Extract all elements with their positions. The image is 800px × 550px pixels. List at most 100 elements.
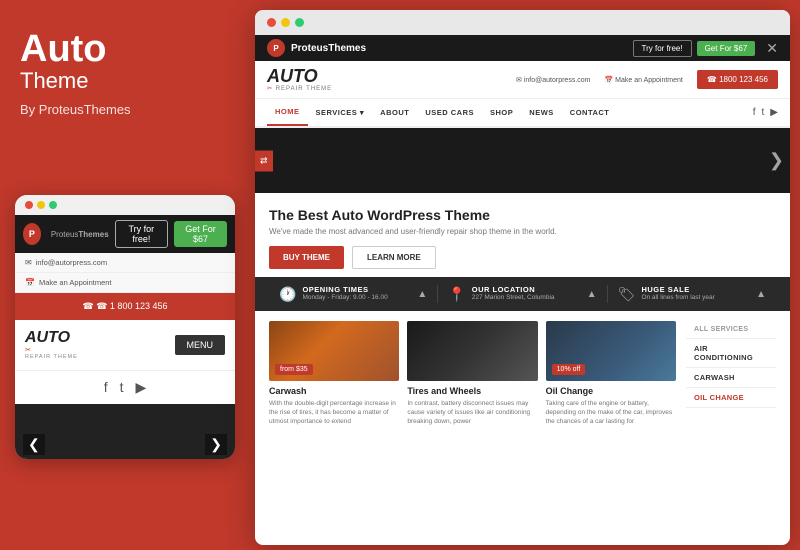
mobile-try-button[interactable]: Try for free! — [115, 220, 168, 248]
mobile-appointment-row: 📅 Make an Appointment — [15, 273, 235, 293]
browser-content: P ProteusThemes Try for free! Get For $6… — [255, 35, 790, 542]
nav-item-home[interactable]: HOME — [267, 99, 308, 126]
info-opening-times: 🕐 OPENING TIMES Monday - Friday: 9.00 - … — [269, 285, 438, 303]
mobile-dot-red — [25, 201, 33, 209]
mobile-menu-button[interactable]: MENU — [175, 335, 226, 355]
opening-arrow: ▲ — [417, 289, 427, 300]
opening-title: OPENING TIMES — [302, 285, 387, 294]
mobile-brand: ProteusThemes — [51, 230, 109, 239]
mobile-prev-arrow[interactable]: ❮ — [23, 434, 45, 455]
service-card-oilchange: 10% off Oil Change Taking care of the en… — [546, 321, 676, 426]
hero-next-arrow[interactable]: ❯ — [769, 150, 784, 171]
mobile-mockup: P ProteusThemes Try for free! Get For $6… — [15, 195, 235, 459]
site-logo-wrench: ✂ REPAIR THEME — [267, 85, 332, 92]
nav-facebook-icon[interactable]: f — [753, 107, 756, 118]
info-location: 📍 OUR LOCATION 227 Marion Street, Columb… — [438, 285, 607, 303]
site-logo-repair: REPAIR THEME — [276, 86, 332, 92]
location-icon: 📍 — [448, 286, 465, 303]
mobile-email-row: ✉ info@autorpress.com — [15, 253, 235, 273]
nav-item-contact[interactable]: CONTACT — [562, 100, 618, 125]
close-icon[interactable]: ✕ — [766, 40, 778, 57]
info-location-text: OUR LOCATION 227 Marion Street, Columbia — [472, 285, 555, 301]
info-sale-text: HUGE SALE On all lines from last year — [641, 285, 714, 301]
tires-title: Tires and Wheels — [407, 386, 537, 396]
mobile-social: f t ▶ — [15, 371, 235, 404]
location-title: OUR LOCATION — [472, 285, 555, 294]
carwash-title: Carwash — [269, 386, 399, 396]
main-title: The Best Auto WordPress Theme — [269, 207, 776, 223]
browser-dot-red — [267, 18, 276, 27]
byline: By ProteusThemes — [20, 102, 230, 117]
nav-item-usedcars[interactable]: USED CARS — [417, 100, 482, 125]
location-sub: 227 Marion Street, Columbia — [472, 294, 555, 301]
hero-share-icon[interactable]: ⇄ — [255, 150, 273, 171]
mobile-dot-yellow — [37, 201, 45, 209]
nav-youtube-icon[interactable]: ▶ — [770, 107, 778, 118]
mobile-hero: ❮ ❯ — [15, 404, 235, 459]
site-get-button[interactable]: Get For $67 — [697, 41, 756, 56]
nav-item-shop[interactable]: SHOP — [482, 100, 521, 125]
info-opening-text: OPENING TIMES Monday - Friday: 9.00 - 16… — [302, 285, 387, 301]
oilchange-badge: 10% off — [552, 364, 586, 375]
mobile-next-arrow[interactable]: ❯ — [205, 434, 227, 455]
nav-item-services[interactable]: SERVICES ▾ — [308, 100, 373, 125]
nav-item-about[interactable]: ABOUT — [372, 100, 417, 125]
email-icon: ✉ — [25, 258, 32, 267]
site-try-button[interactable]: Try for free! — [633, 40, 692, 57]
header-appointment: 📅 Make an Appointment — [605, 76, 683, 84]
oilchange-image: 10% off — [546, 321, 676, 381]
repair-text: REPAIR THEME — [25, 354, 78, 360]
mobile-appointment: Make an Appointment — [39, 278, 112, 287]
mobile-logo: P — [23, 223, 41, 245]
sidebar-carwash[interactable]: CARWASH — [686, 368, 776, 388]
site-hero: ❮ ⇄ ❯ — [255, 128, 790, 193]
location-arrow: ▲ — [587, 289, 597, 300]
main-subtitle: We've made the most advanced and user-fr… — [269, 227, 776, 236]
auto-logo-small: AUTO ✂ REPAIR THEME — [25, 330, 78, 360]
header-phone: ☎ 1800 123 456 — [697, 70, 778, 89]
tag-icon: 🏷 — [618, 286, 636, 303]
left-panel: Auto Theme By ProteusThemes P ProteusThe… — [0, 0, 250, 550]
nav-twitter-icon[interactable]: t — [762, 107, 765, 118]
buy-theme-button[interactable]: BUY THEME — [269, 246, 344, 269]
mobile-email: info@autorpress.com — [36, 258, 107, 267]
mobile-get-button[interactable]: Get For $67 — [174, 221, 227, 247]
info-sale: 🏷 HUGE SALE On all lines from last year … — [608, 285, 776, 303]
service-card-carwash: from $35 Carwash With the double-digit p… — [269, 321, 399, 426]
tires-text: In contrast, battery disconnect issues m… — [407, 399, 537, 426]
nav-item-news[interactable]: NEWS — [521, 100, 562, 125]
sidebar-oil-change[interactable]: OIL CHANGE — [686, 388, 776, 408]
site-main: The Best Auto WordPress Theme We've made… — [255, 193, 790, 277]
youtube-icon[interactable]: ▶ — [136, 379, 147, 396]
tires-image — [407, 321, 537, 381]
auto-logo-text: AUTO — [25, 330, 70, 346]
services-sidebar: ALL SERVICES AIR CONDITIONING CARWASH OI… — [686, 321, 776, 426]
browser-chrome — [255, 10, 790, 35]
header-email: ✉ info@autorpress.com — [516, 76, 590, 84]
mobile-phone: ☎ 1 800 123 456 — [96, 301, 167, 311]
mobile-hero-overlay: ❮ ❯ — [15, 430, 235, 459]
site-topbar: P ProteusThemes Try for free! Get For $6… — [255, 35, 790, 61]
mobile-dot-green — [49, 201, 57, 209]
mobile-phone-row: ☎ ☎ 1 800 123 456 — [15, 293, 235, 320]
site-logo-auto: AUTO — [267, 67, 332, 85]
facebook-icon[interactable]: f — [104, 379, 108, 396]
carwash-text: With the double-digit percentage increas… — [269, 399, 399, 426]
sale-sub: On all lines from last year — [641, 294, 714, 301]
opening-sub: Monday - Friday: 9.00 - 16.00 — [302, 294, 387, 301]
sidebar-air-conditioning[interactable]: AIR CONDITIONING — [686, 339, 776, 368]
learn-more-button[interactable]: LEARN MORE — [352, 246, 436, 269]
clock-icon: 🕐 — [279, 286, 296, 303]
oilchange-title: Oil Change — [546, 386, 676, 396]
sale-arrow: ▲ — [756, 289, 766, 300]
oilchange-text: Taking care of the engine or battery, de… — [546, 399, 676, 426]
mobile-logo-section: AUTO ✂ REPAIR THEME MENU — [15, 320, 235, 371]
sidebar-all-services[interactable]: ALL SERVICES — [686, 321, 776, 339]
carwash-badge: from $35 — [275, 364, 313, 375]
twitter-icon[interactable]: t — [120, 379, 124, 396]
site-contact-info: ✉ info@autorpress.com 📅 Make an Appointm… — [516, 70, 778, 89]
brand-bold: Themes — [328, 43, 366, 54]
site-header: AUTO ✂ REPAIR THEME ✉ info@autorpress.co… — [255, 61, 790, 99]
site-nav-social: f t ▶ — [753, 107, 778, 118]
service-cards: from $35 Carwash With the double-digit p… — [269, 321, 676, 426]
